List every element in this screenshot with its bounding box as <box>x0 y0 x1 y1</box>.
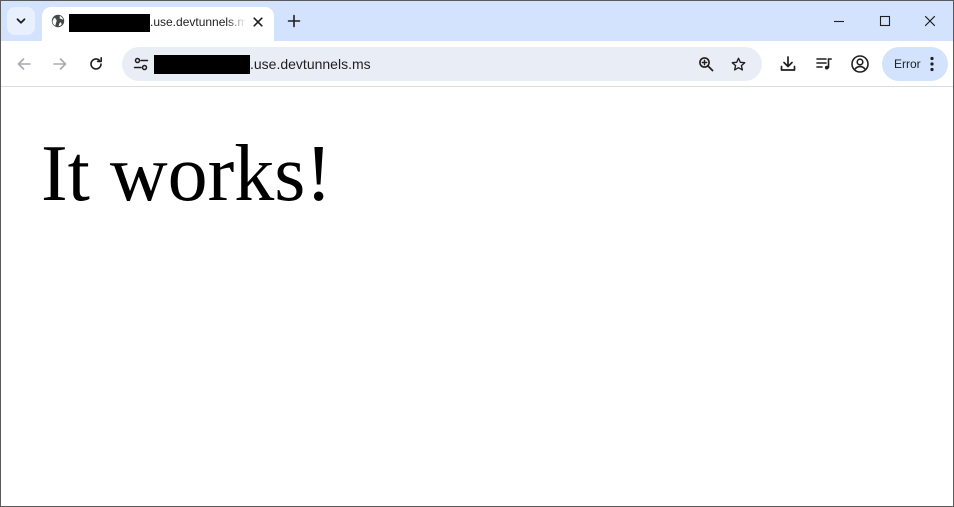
media-queue-icon[interactable] <box>810 50 838 78</box>
url-text[interactable]: .use.devtunnels.ms <box>250 56 371 72</box>
minimize-button[interactable] <box>816 1 862 41</box>
zoom-in-icon[interactable] <box>694 52 718 76</box>
close-window-button[interactable] <box>907 1 953 41</box>
page-heading: It works! <box>41 130 333 218</box>
browser-toolbar: .use.devtunnels.ms Error <box>1 41 953 87</box>
download-icon[interactable] <box>774 50 802 78</box>
close-icon <box>924 15 936 27</box>
active-tab[interactable]: .use.devtunnels.ms <box>42 7 274 41</box>
close-icon <box>253 17 263 27</box>
tab-strip: .use.devtunnels.ms <box>1 1 953 41</box>
page-content: It works! <box>1 88 953 506</box>
maximize-button[interactable] <box>862 1 908 41</box>
browser-window: .use.devtunnels.ms .use.devtunnels.ms Er… <box>0 0 954 507</box>
minimize-icon <box>833 15 845 27</box>
maximize-icon <box>879 15 891 27</box>
globe-icon <box>51 14 65 28</box>
address-bar[interactable]: .use.devtunnels.ms <box>122 47 762 81</box>
chevron-down-icon <box>15 15 27 27</box>
redacted-hostname <box>69 14 150 32</box>
tune-icon <box>133 56 149 72</box>
arrow-right-icon <box>52 56 68 72</box>
site-info-button[interactable] <box>127 50 155 78</box>
more-vert-icon[interactable] <box>926 54 938 74</box>
forward-button[interactable] <box>45 49 75 79</box>
reload-button[interactable] <box>81 49 111 79</box>
tab-title: .use.devtunnels.ms <box>150 15 246 29</box>
arrow-left-icon <box>16 56 32 72</box>
profile-error-button[interactable]: Error <box>882 47 948 81</box>
redacted-hostname <box>154 55 250 74</box>
tab-search-button[interactable] <box>7 7 35 35</box>
star-icon[interactable] <box>726 52 750 76</box>
error-label: Error <box>894 57 921 71</box>
tab-close-button[interactable] <box>248 12 268 32</box>
plus-icon <box>287 14 301 28</box>
reload-icon <box>88 56 104 72</box>
back-button[interactable] <box>9 49 39 79</box>
account-circle-icon[interactable] <box>846 50 874 78</box>
new-tab-button[interactable] <box>282 9 306 33</box>
